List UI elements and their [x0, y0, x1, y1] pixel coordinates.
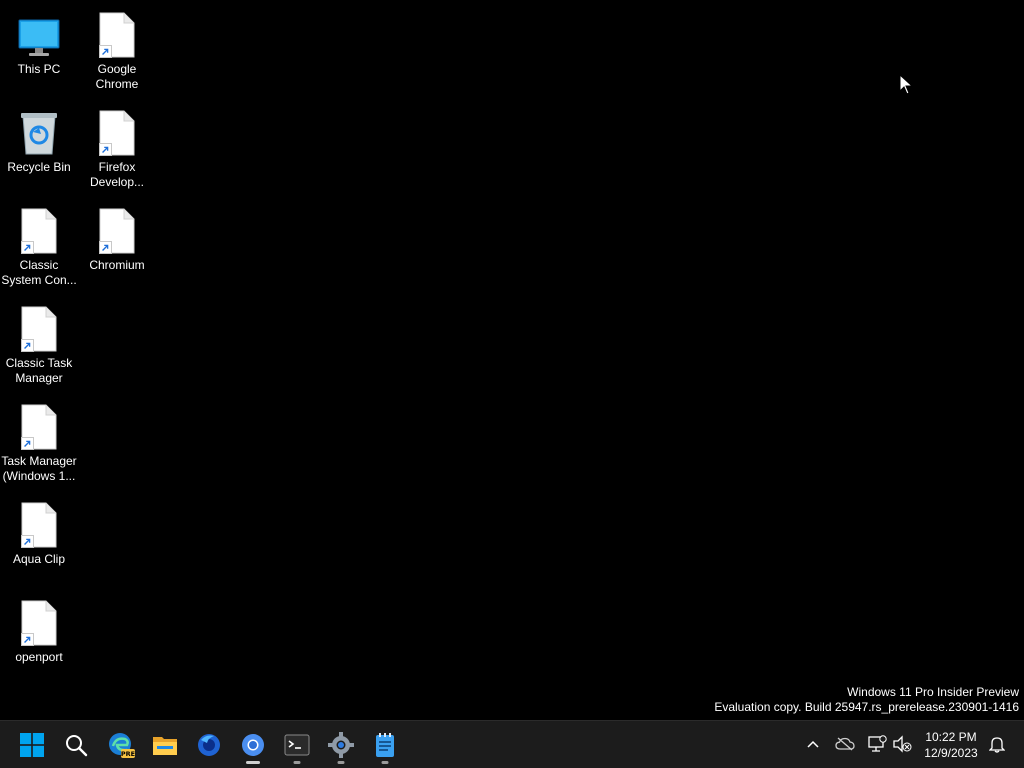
taskbar-clock[interactable]: 10:22 PM 12/9/2023	[920, 729, 982, 761]
running-indicator	[337, 761, 345, 764]
chevron-up-icon	[807, 740, 819, 748]
watermark-edition: Windows 11 Pro Insider Preview	[847, 685, 1019, 699]
taskbar-edge-preview[interactable]: PRE	[101, 725, 141, 765]
watermark-build: Evaluation copy. Build 25947.rs_prerelea…	[714, 700, 1019, 714]
taskbar-firefox-developer[interactable]	[189, 725, 229, 765]
desktop-icon-label: This PC	[17, 62, 61, 76]
shortcut-file-icon	[21, 404, 57, 450]
running-indicator	[293, 761, 301, 764]
desktop-icon-this-pc[interactable]: This PC	[0, 10, 78, 77]
shortcut-file-icon	[99, 12, 135, 58]
shortcut-file-icon	[21, 208, 57, 254]
desktop-icon-label: Google Chrome	[95, 62, 139, 91]
terminal-icon	[284, 734, 310, 756]
mouse-pointer-icon	[899, 74, 913, 95]
desktop-icon-label: openport	[15, 650, 63, 664]
start-button[interactable]	[12, 725, 52, 765]
volume-muted-icon	[893, 735, 912, 753]
notepad-icon	[376, 733, 394, 757]
shortcut-file-icon	[21, 502, 57, 548]
desktop-icon-openport[interactable]: openport	[0, 598, 78, 665]
desktop-icon-label: Classic System Con...	[1, 258, 77, 287]
cloud-offline-icon	[835, 737, 855, 751]
taskbar-notepad[interactable]	[365, 725, 405, 765]
shortcut-arrow-icon	[99, 241, 112, 254]
desktop-icon-google-chrome[interactable]: Google Chrome	[78, 10, 156, 92]
shortcut-file-icon	[21, 600, 57, 646]
show-hidden-icons-button[interactable]	[802, 733, 824, 755]
shortcut-file-icon	[99, 208, 135, 254]
firefox-developer-icon	[198, 734, 220, 756]
search-icon	[66, 735, 88, 757]
windows-start-icon	[20, 733, 44, 757]
network-disconnected-icon	[868, 735, 887, 752]
onedrive-tray-button[interactable]	[834, 733, 856, 755]
volume-tray-button[interactable]	[891, 733, 913, 755]
shortcut-file-icon	[99, 110, 135, 156]
taskbar-search-button[interactable]	[56, 725, 96, 765]
monitor-icon	[18, 19, 60, 56]
desktop-icon-label: Classic Task Manager	[5, 356, 73, 385]
desktop-icon-firefox-developer[interactable]: Firefox Develop...	[78, 108, 156, 190]
file-explorer-icon	[153, 737, 177, 755]
network-tray-button[interactable]	[866, 733, 888, 755]
shortcut-arrow-icon	[99, 143, 112, 156]
chromium-icon	[242, 734, 264, 756]
edge-preview-icon: PRE	[109, 733, 135, 758]
running-indicator	[246, 761, 260, 764]
desktop-icon-label: Task Manager (Windows 1...	[1, 454, 77, 483]
desktop-icon-chromium[interactable]: Chromium	[78, 206, 156, 273]
shortcut-arrow-icon	[99, 45, 112, 58]
windows-evaluation-watermark: Windows 11 Pro Insider Preview Evaluatio…	[714, 685, 1019, 715]
desktop-icon-aqua-clip[interactable]: Aqua Clip	[0, 500, 78, 567]
bell-icon	[989, 737, 1005, 753]
clock-time: 10:22 PM	[925, 730, 977, 744]
taskbar-chromium[interactable]	[233, 725, 273, 765]
shortcut-arrow-icon	[21, 339, 34, 352]
desktop-icon-task-manager[interactable]: Task Manager (Windows 1...	[0, 402, 78, 484]
shortcut-file-icon	[21, 306, 57, 352]
desktop-icon-label: Aqua Clip	[12, 552, 66, 566]
taskbar-terminal[interactable]	[277, 725, 317, 765]
shortcut-arrow-icon	[21, 535, 34, 548]
taskbar-file-explorer[interactable]	[145, 725, 185, 765]
desktop[interactable]: This PC Recycle Bin Classic System Con..…	[0, 0, 1024, 720]
desktop-icon-label: Firefox Develop...	[89, 160, 145, 189]
running-indicator	[381, 761, 389, 764]
desktop-icon-label: Chromium	[89, 258, 145, 272]
settings-icon	[328, 732, 354, 758]
shortcut-arrow-icon	[21, 241, 34, 254]
taskbar-settings[interactable]	[321, 725, 361, 765]
desktop-icon-recycle-bin[interactable]: Recycle Bin	[0, 108, 78, 175]
shortcut-arrow-icon	[21, 633, 34, 646]
desktop-icon-classic-task-manager[interactable]: Classic Task Manager	[0, 304, 78, 386]
notifications-button[interactable]	[986, 733, 1008, 755]
desktop-icon-classic-system-config[interactable]: Classic System Con...	[0, 206, 78, 288]
clock-date: 12/9/2023	[924, 746, 978, 760]
recycle-bin-icon	[21, 113, 57, 155]
taskbar: PRE 10:22 PM 12/9/2023	[0, 720, 1024, 768]
edge-pre-badge: PRE	[121, 750, 135, 758]
shortcut-arrow-icon	[21, 437, 34, 450]
desktop-icon-label: Recycle Bin	[7, 160, 71, 174]
